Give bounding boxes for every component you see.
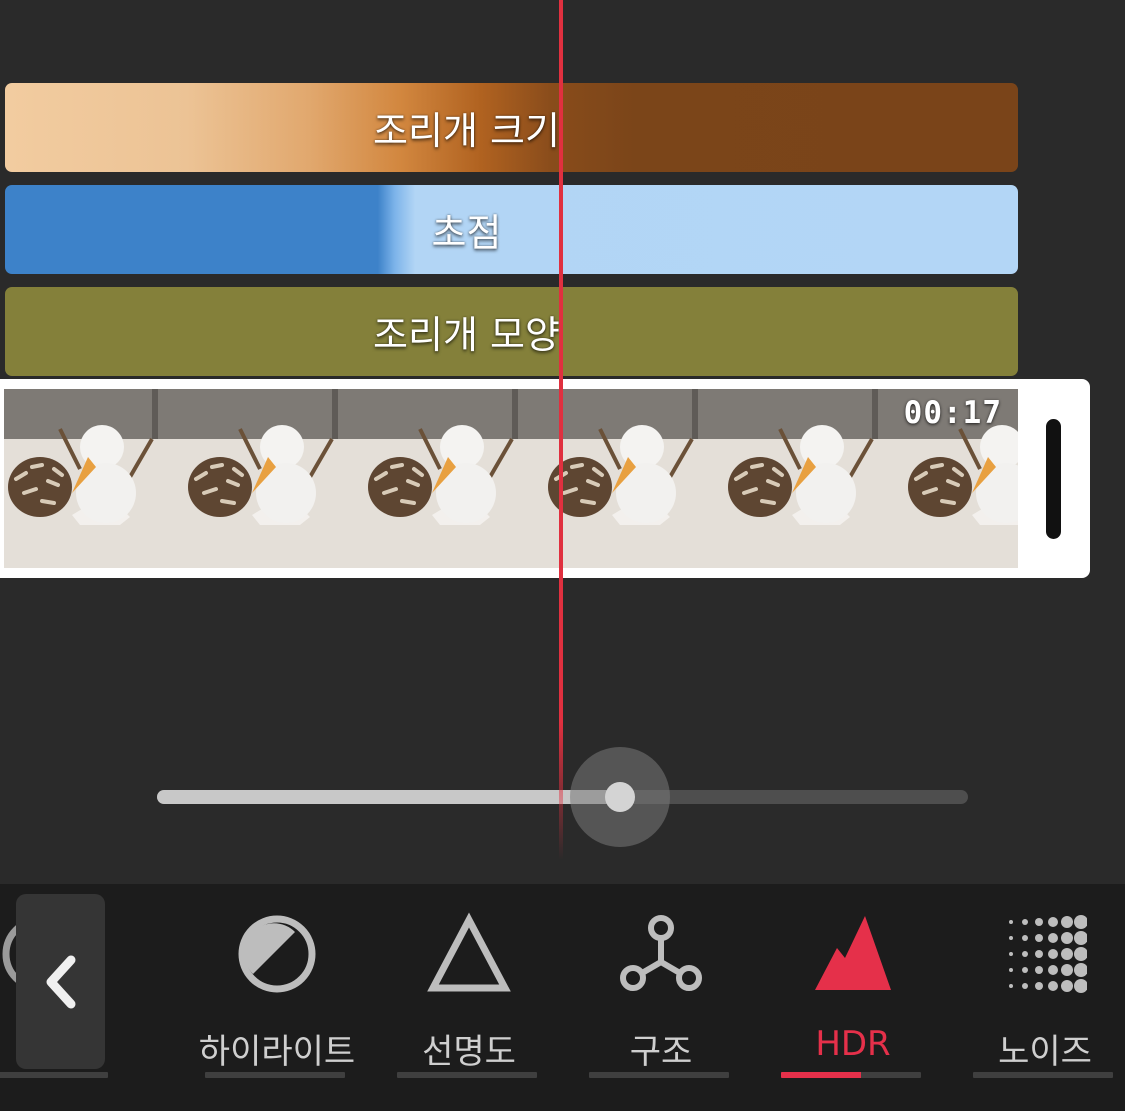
slider-fill xyxy=(157,790,620,804)
video-frame xyxy=(4,389,182,568)
track-aperture-size[interactable]: 조리개 크기 xyxy=(5,83,1018,172)
track-label: 초점 xyxy=(431,211,502,255)
track-aperture-shape[interactable]: 조리개 모양 xyxy=(5,287,1018,376)
tool-underline xyxy=(205,1072,345,1078)
tool-underline xyxy=(973,1072,1113,1078)
tool-sharpness[interactable]: 선명도 xyxy=(373,884,565,1111)
tool-underline xyxy=(589,1072,729,1078)
tool-bar: 자 하이라이트 선명도 xyxy=(0,884,1125,1111)
trim-handle[interactable] xyxy=(1046,419,1061,539)
tool-label: 구조 xyxy=(629,1032,693,1072)
tool-highlight[interactable]: 하이라이트 xyxy=(181,884,373,1111)
editor-screen: 조리개 크기 초점 조리개 모양 00:17 자 xyxy=(0,0,1125,1111)
structure-icon xyxy=(619,912,703,1000)
triangle-icon xyxy=(427,912,511,1000)
tool-label: HDR xyxy=(815,1024,891,1064)
tool-label: 노이즈 xyxy=(998,1032,1092,1072)
tool-noise[interactable]: 노이즈 xyxy=(949,884,1125,1111)
playhead[interactable] xyxy=(559,0,563,860)
slider-knob[interactable] xyxy=(605,782,635,812)
mountain-icon xyxy=(811,912,895,1000)
video-frame xyxy=(722,389,902,568)
video-frame xyxy=(542,389,722,568)
video-frames xyxy=(4,389,1018,568)
video-frame xyxy=(362,389,542,568)
chevron-left-icon xyxy=(46,955,75,1008)
video-timeline-strip[interactable]: 00:17 xyxy=(0,379,1090,578)
highlight-icon xyxy=(235,912,319,1000)
timecode: 00:17 xyxy=(903,395,1002,431)
tool-structure[interactable]: 구조 xyxy=(565,884,757,1111)
track-focus[interactable]: 초점 xyxy=(5,185,1018,274)
back-button[interactable] xyxy=(16,894,105,1069)
tool-label: 선명도 xyxy=(422,1032,516,1072)
track-label: 조리개 모양 xyxy=(373,313,560,357)
track-label: 조리개 크기 xyxy=(373,109,560,153)
video-frame xyxy=(182,389,362,568)
tool-underline xyxy=(397,1072,537,1078)
noise-dots-icon xyxy=(1003,912,1088,1000)
tool-underline xyxy=(781,1072,921,1078)
tool-underline xyxy=(0,1072,108,1078)
tool-label: 하이라이트 xyxy=(198,1032,356,1072)
tool-hdr[interactable]: HDR xyxy=(757,884,949,1111)
tool-underline-active xyxy=(781,1072,861,1078)
